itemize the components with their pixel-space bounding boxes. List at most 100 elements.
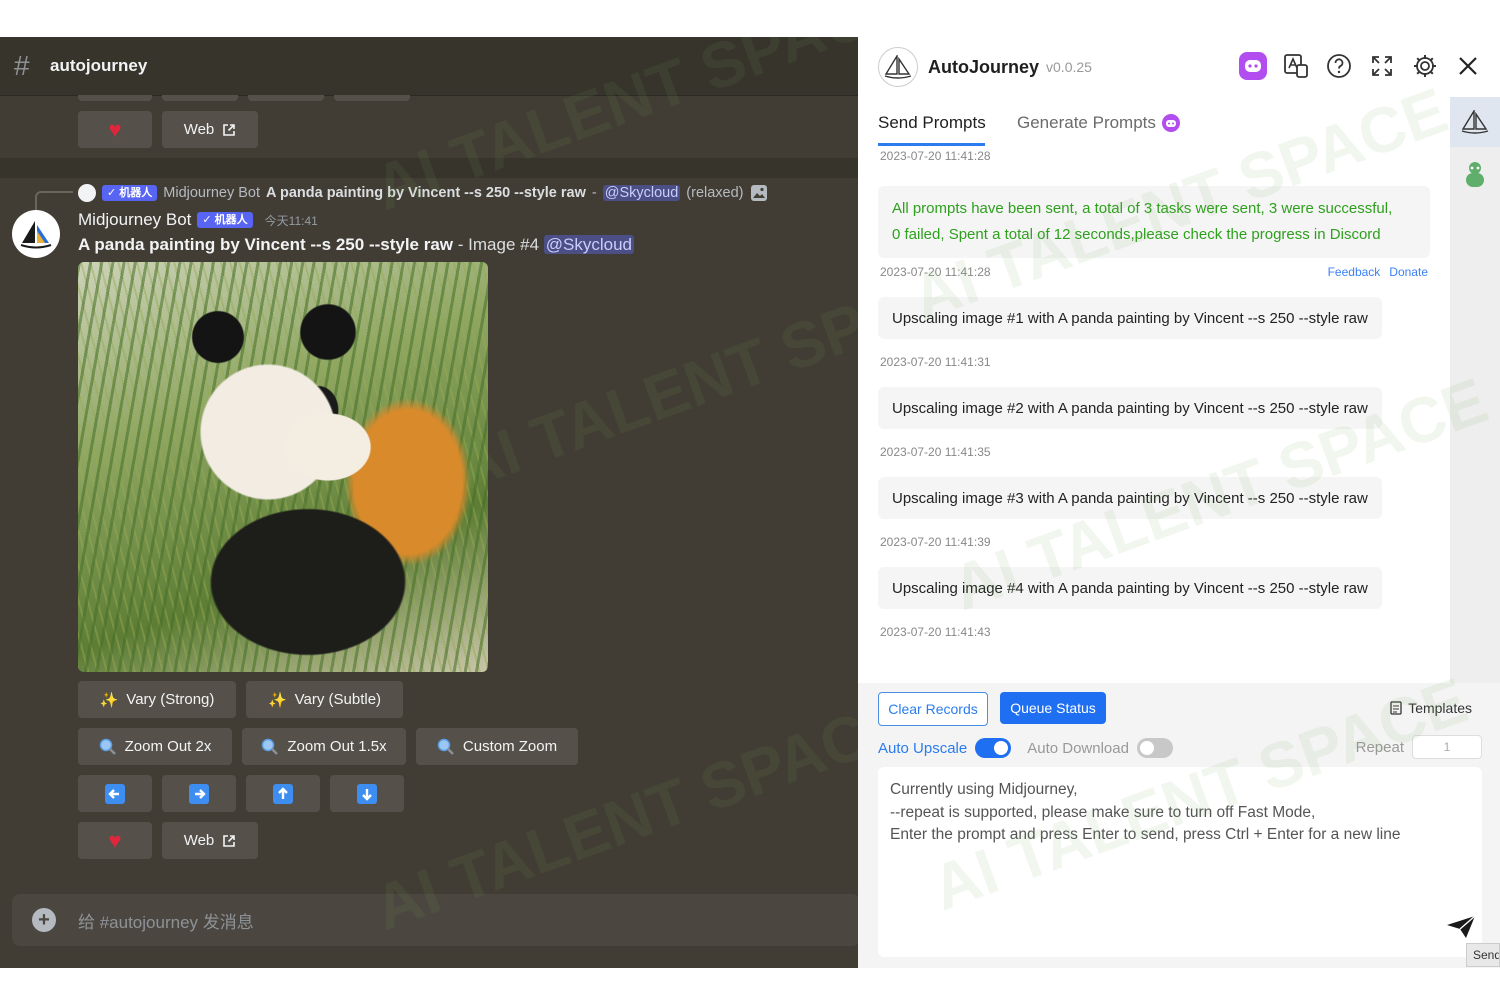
auto-upscale-label: Auto Upscale [878, 739, 968, 757]
close-button[interactable] [1454, 52, 1482, 80]
panel-tabs: Send Prompts Generate Prompts [858, 97, 1450, 149]
discord-icon [1239, 52, 1267, 80]
previous-buttons-edge [78, 95, 410, 101]
message-input[interactable]: + 给 #autojourney 发消息 [12, 894, 858, 946]
ai-bot-icon [1161, 114, 1180, 132]
auto-download-toggle[interactable] [1136, 738, 1173, 758]
expand-icon [1372, 56, 1392, 76]
message-prompt: A panda painting by Vincent --s 250 --st… [78, 235, 454, 254]
repeat-input[interactable]: 1 [1412, 735, 1482, 759]
vary-row: ✨ Vary (Strong) ✨ Vary (Subtle) [78, 681, 403, 718]
translate-button[interactable] [1282, 52, 1310, 80]
magnifier-icon [99, 738, 116, 755]
watermark: AI TALENT SPACE [445, 243, 858, 504]
rail-midjourney[interactable] [1450, 97, 1500, 147]
templates-button[interactable]: Templates [1390, 700, 1472, 716]
zoom-out-1-5x-label: Zoom Out 1.5x [287, 738, 387, 755]
pan-left-button[interactable] [78, 775, 152, 812]
rail-bot[interactable] [1450, 149, 1500, 199]
log-timestamp: 2023-07-20 11:41:43 [880, 625, 991, 639]
pan-down-button[interactable] [330, 775, 404, 812]
tab-generate-label: Generate Prompts [1017, 113, 1156, 132]
vary-subtle-label: Vary (Subtle) [294, 691, 382, 708]
activity-log: 2023-07-20 11:41:28 All prompts have bee… [858, 149, 1450, 683]
web-button[interactable]: Web [162, 111, 258, 148]
feedback-links: Feedback Donate [1328, 265, 1428, 279]
send-tooltip: Send [1466, 943, 1500, 967]
prompt-hint-line: Enter the prompt and press Enter to send… [890, 826, 1401, 843]
reply-mention[interactable]: @Skycloud [602, 185, 681, 201]
plus-icon[interactable]: + [32, 908, 56, 932]
prompt-hint-line: --repeat is supported, please make sure … [890, 803, 1316, 821]
reply-reference[interactable]: ✓ 机器人 Midjourney Bot A panda painting by… [78, 182, 768, 204]
feedback-link[interactable]: Feedback [1328, 265, 1381, 279]
prompt-textarea[interactable]: Currently using Midjourney, --repeat is … [878, 767, 1482, 957]
custom-zoom-button[interactable]: Custom Zoom [416, 728, 578, 765]
channel-name: autojourney [50, 56, 148, 75]
zoom-out-1-5x-button[interactable]: Zoom Out 1.5x [242, 728, 406, 765]
templates-label: Templates [1408, 700, 1472, 716]
message-bot-tag: ✓ 机器人 [197, 212, 253, 228]
reply-avatar [78, 184, 96, 202]
help-icon [1327, 54, 1351, 78]
discord-pane: # autojourney ♥ Web ✓ 机器人 Midjourney Bot… [0, 37, 858, 968]
web-button[interactable]: Web [162, 822, 258, 859]
summary-line: 0 failed, Spent a total of 12 seconds,pl… [892, 226, 1381, 243]
help-button[interactable] [1325, 52, 1353, 80]
vary-strong-button[interactable]: ✨ Vary (Strong) [78, 681, 236, 718]
previous-action-row: ♥ Web [78, 111, 258, 148]
donate-link[interactable]: Donate [1389, 265, 1428, 279]
queue-status-button[interactable]: Queue Status [1000, 692, 1106, 724]
arrow-left-icon [105, 783, 125, 804]
tab-send-label: Send Prompts [878, 113, 986, 132]
app-logo [878, 47, 918, 87]
prompt-controls: Clear Records Queue Status Templates Aut… [858, 683, 1500, 968]
fullscreen-button[interactable] [1368, 52, 1396, 80]
zoom-out-2x-button[interactable]: Zoom Out 2x [78, 728, 232, 765]
message-timestamp: 今天11:41 [264, 213, 318, 228]
arrow-down-icon [357, 783, 377, 804]
reply-mode: (relaxed) [686, 185, 744, 201]
image-icon [750, 185, 767, 201]
favorite-button[interactable]: ♥ [78, 822, 152, 859]
robot-icon [1466, 162, 1484, 187]
tab-send-prompts[interactable]: Send Prompts [878, 113, 986, 133]
auto-download-label: Auto Download [1027, 739, 1129, 757]
vary-subtle-button[interactable]: ✨ Vary (Subtle) [246, 681, 403, 718]
summary-line: All prompts have been sent, a total of 3… [892, 200, 1393, 217]
generated-panda-image[interactable] [78, 262, 488, 672]
close-icon [1459, 57, 1477, 75]
log-entry: Upscaling image #2 with A panda painting… [878, 387, 1382, 429]
pan-row [78, 775, 404, 812]
external-link-icon [223, 834, 236, 847]
translate-icon [1284, 54, 1308, 78]
pan-right-button[interactable] [162, 775, 236, 812]
pan-up-button[interactable] [246, 775, 320, 812]
tab-generate-prompts[interactable]: Generate Prompts [1017, 113, 1180, 133]
active-tab-indicator [878, 143, 985, 146]
bot-avatar[interactable] [12, 210, 60, 258]
sailboat-logo-icon [884, 55, 912, 79]
magnifier-icon [437, 738, 454, 755]
header-toolbar [1239, 52, 1482, 80]
arrow-right-icon [189, 783, 209, 804]
log-timestamp: 2023-07-20 11:41:31 [880, 355, 991, 369]
repeat-control: Repeat 1 [1356, 735, 1482, 759]
log-timestamp: 2023-07-20 11:41:39 [880, 535, 991, 549]
zoom-row: Zoom Out 2x Zoom Out 1.5x Custom Zoom [78, 728, 578, 765]
reply-prompt: A panda painting by Vincent --s 250 --st… [266, 185, 586, 201]
log-timestamp: 2023-07-20 11:41:28 [880, 149, 991, 163]
autojourney-panel: AutoJourney v0.0.25 Send Prompts Generat… [858, 37, 1500, 968]
favorite-button[interactable]: ♥ [78, 111, 152, 148]
repeat-label: Repeat [1355, 738, 1404, 756]
message-author[interactable]: Midjourney Bot [78, 210, 191, 230]
discord-button[interactable] [1239, 52, 1267, 80]
auto-upscale-toggle[interactable] [975, 738, 1012, 758]
final-action-row: ♥ Web [78, 822, 258, 859]
send-button[interactable] [1446, 915, 1476, 944]
settings-button[interactable] [1411, 52, 1439, 80]
clear-records-button[interactable]: Clear Records [878, 692, 988, 726]
reply-bot-tag: ✓ 机器人 [102, 185, 158, 201]
message-mention[interactable]: @Skycloud [543, 235, 635, 254]
log-timestamp: 2023-07-20 11:41:28 [880, 265, 991, 279]
